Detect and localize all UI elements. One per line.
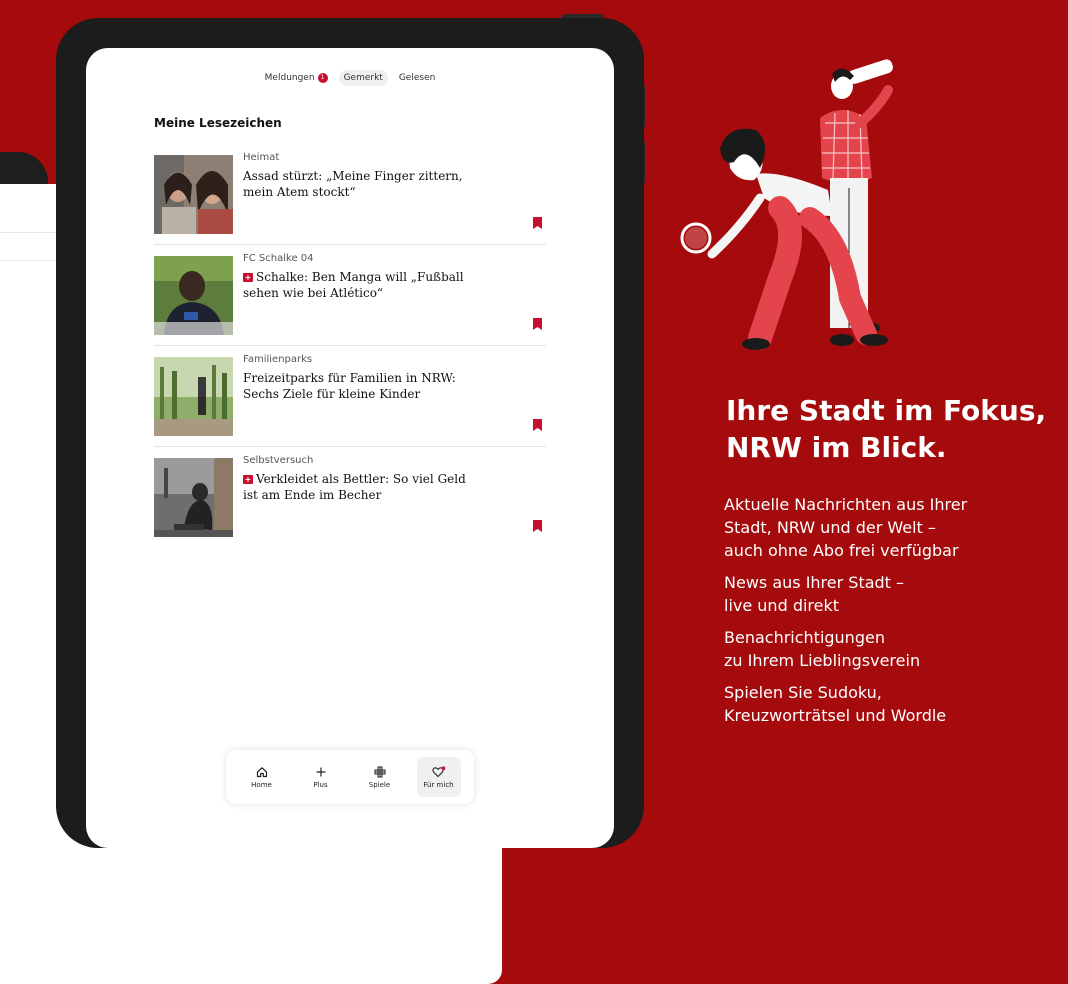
nav-plus[interactable]: Plus <box>299 757 343 797</box>
bookmark-icon[interactable] <box>533 217 542 229</box>
nav-label: Home <box>251 780 272 789</box>
article-thumbnail <box>154 458 233 537</box>
article-kicker: Selbstversuch <box>243 455 314 466</box>
bookmark-icon[interactable] <box>533 419 542 431</box>
tab-gemerkt[interactable]: Gemerkt <box>338 70 388 86</box>
article-headline: + Schalke: Ben Manga will „Fußball sehen … <box>243 269 473 301</box>
tablet-frame: Meldungen 1 Gemerkt Gelesen Meine Leseze… <box>56 18 644 848</box>
article-headline: Freizeitparks für Familien in NRW: Sechs… <box>243 370 473 402</box>
bottom-navigation: Home Plus Spiele Für mich <box>226 750 474 804</box>
section-title: Meine Lesezeichen <box>154 116 282 130</box>
article-kicker: FC Schalke 04 <box>243 253 314 264</box>
article-headline: + Verkleidet als Bettler: So viel Geld is… <box>243 471 473 503</box>
background-device <box>0 152 502 984</box>
feature-item: Benachrichtigungen zu Ihrem Lieblingsver… <box>724 628 921 670</box>
article-headline: Assad stürzt: „Meine Finger zittern, mei… <box>243 168 473 200</box>
article-thumbnail <box>154 256 233 335</box>
nav-label: Spiele <box>368 780 391 789</box>
explorer-illustration <box>680 59 893 350</box>
headline-text: Freizeitparks für Familien in NRW: Sechs… <box>243 371 456 401</box>
tab-meldungen[interactable]: Meldungen 1 <box>260 70 333 86</box>
nav-label: Für mich <box>423 780 454 789</box>
plus-icon <box>316 767 325 776</box>
divider <box>154 345 546 346</box>
nav-label: Plus <box>313 780 328 789</box>
article-thumbnail <box>154 357 233 436</box>
article-item[interactable]: Selbstversuch + Verkleidet als Bettler: S… <box>154 450 546 550</box>
article-kicker: Familienparks <box>243 354 313 365</box>
plus-article-icon: + <box>243 475 253 484</box>
heart-icon <box>431 765 445 777</box>
promo-title: Ihre Stadt im Fokus, NRW im Blick. <box>726 394 1047 464</box>
nav-spiele[interactable]: Spiele <box>358 757 402 797</box>
notification-badge: 1 <box>317 73 328 83</box>
headline-text: Assad stürzt: „Meine Finger zittern, mei… <box>243 169 463 199</box>
app-screen: Meldungen 1 Gemerkt Gelesen Meine Leseze… <box>86 48 614 848</box>
tab-label: Gemerkt <box>343 73 383 83</box>
tab-label: Meldungen <box>264 73 315 83</box>
home-icon <box>256 766 267 777</box>
bookmark-icon[interactable] <box>533 520 542 532</box>
article-kicker: Heimat <box>243 152 280 163</box>
nav-fuer-mich[interactable]: Für mich <box>416 757 461 797</box>
segment-tabs: Meldungen 1 Gemerkt Gelesen <box>86 70 614 86</box>
bookmark-icon[interactable] <box>533 318 542 330</box>
divider <box>154 446 546 447</box>
tab-label: Gelesen <box>398 73 436 83</box>
plus-article-icon: + <box>243 273 253 282</box>
puzzle-grid-icon <box>374 766 385 777</box>
tab-gelesen[interactable]: Gelesen <box>394 70 440 86</box>
article-item[interactable]: FC Schalke 04 + Schalke: Ben Manga will „… <box>154 248 546 348</box>
feature-item: News aus Ihrer Stadt – live und direkt <box>724 573 905 615</box>
article-item[interactable]: Familienparks Freizeitparks für Familien… <box>154 349 546 449</box>
headline-text: Verkleidet als Bettler: So viel Geld ist… <box>243 472 466 502</box>
feature-list: Aktuelle Nachrichten aus Ihrer Stadt, NR… <box>724 493 1044 736</box>
feature-item: Aktuelle Nachrichten aus Ihrer Stadt, NR… <box>724 495 968 560</box>
article-item[interactable]: Heimat Assad stürzt: „Meine Finger zitte… <box>154 147 546 247</box>
feature-item: Spielen Sie Sudoku, Kreuzworträtsel und … <box>724 683 947 725</box>
headline-text: Schalke: Ben Manga will „Fußball sehen w… <box>243 270 464 300</box>
divider <box>154 244 546 245</box>
nav-home[interactable]: Home <box>240 757 284 797</box>
article-thumbnail <box>154 155 233 234</box>
